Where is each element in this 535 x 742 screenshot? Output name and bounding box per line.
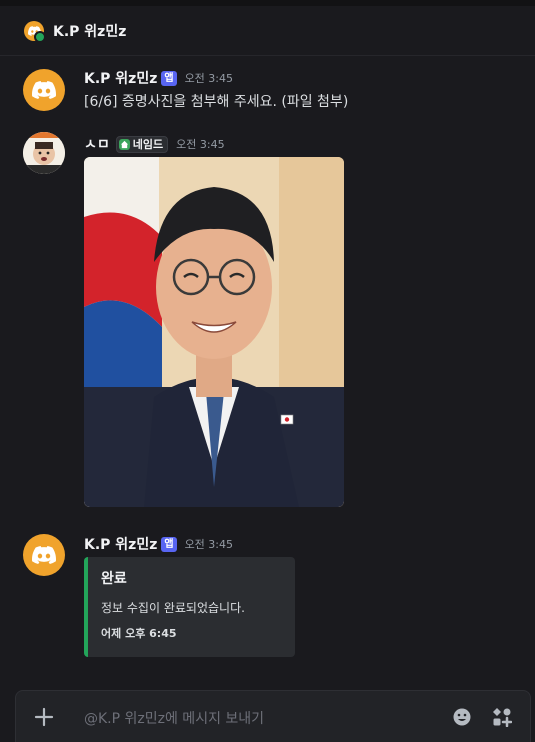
portrait-photo xyxy=(84,157,344,507)
message-header: ㅅㅁ 네임드 오전 3:45 xyxy=(84,134,225,154)
discord-logo-icon xyxy=(32,81,56,99)
app-badge: 앱 xyxy=(161,70,177,86)
plus-icon[interactable] xyxy=(32,705,56,729)
embed-title: 완료 xyxy=(101,571,127,587)
photo-attachment[interactable] xyxy=(84,157,344,507)
message-header: K.P 위z민z 앱 오전 3:45 xyxy=(84,534,233,554)
online-status-dot xyxy=(34,30,46,43)
message-input[interactable]: @K.P 위z민z에 메시지 보내기 xyxy=(84,708,264,728)
bot-avatar[interactable] xyxy=(23,69,65,111)
timestamp[interactable]: 오전 3:45 xyxy=(185,536,233,552)
timestamp[interactable]: 오전 3:45 xyxy=(176,136,224,152)
tag-label: 네임드 xyxy=(132,138,164,151)
message-text: [6/6] 증명사진을 첨부해 주세요. (파일 첨부) xyxy=(84,94,349,110)
embed-card: 완료 정보 수집이 완료되었습니다. 어제 오후 6:45 xyxy=(84,557,295,657)
message-composer[interactable]: @K.P 위z민z에 메시지 보내기 xyxy=(15,690,531,742)
author-name[interactable]: ㅅㅁ xyxy=(84,134,110,154)
avatar-image xyxy=(23,132,65,174)
author-name[interactable]: K.P 위z민z xyxy=(84,534,157,554)
message-header: K.P 위z민z 앱 오전 3:45 xyxy=(84,68,233,88)
emoji-icon[interactable] xyxy=(453,708,471,726)
server-tag[interactable]: 네임드 xyxy=(115,135,169,153)
app-badge: 앱 xyxy=(161,536,177,552)
apps-icon[interactable] xyxy=(492,707,512,727)
discord-logo-icon xyxy=(32,546,56,564)
timestamp[interactable]: 오전 3:45 xyxy=(185,70,233,86)
house-icon xyxy=(118,138,130,150)
bot-avatar[interactable] xyxy=(23,534,65,576)
channel-title: K.P 위z민z xyxy=(53,23,127,40)
user-avatar[interactable] xyxy=(23,132,65,174)
embed-description: 정보 수집이 완료되었습니다. xyxy=(101,601,245,615)
embed-footer: 어제 오후 6:45 xyxy=(101,627,177,640)
channel-header: K.P 위z민z xyxy=(0,6,535,56)
bot-avatar[interactable] xyxy=(24,20,46,43)
author-name[interactable]: K.P 위z민z xyxy=(84,68,157,88)
